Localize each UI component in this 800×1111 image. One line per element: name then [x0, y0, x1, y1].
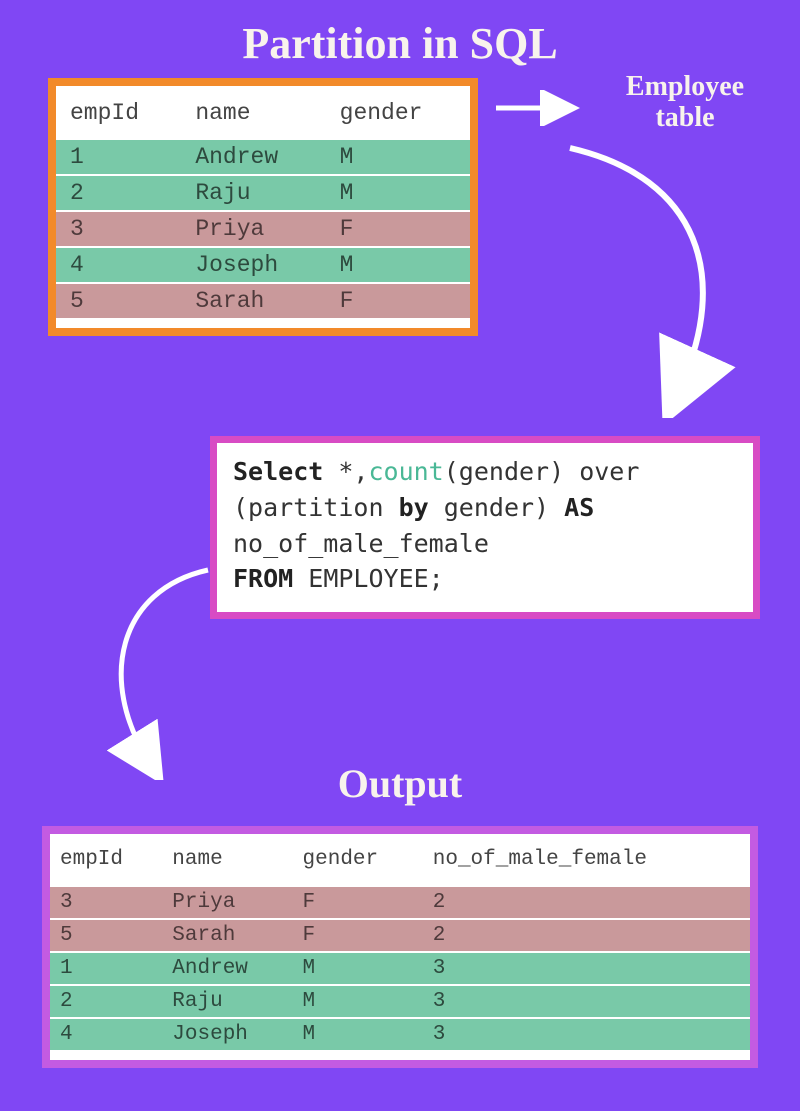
cell-empId: 2	[56, 175, 181, 211]
cell-gender: M	[293, 1018, 423, 1051]
sql-text: gender)	[429, 493, 564, 522]
table-row: 5SarahF	[56, 283, 470, 319]
table-row: 2RajuM3	[50, 985, 750, 1018]
cell-empId: 4	[56, 247, 181, 283]
cell-gender: M	[326, 175, 470, 211]
cell-empId: 5	[50, 919, 162, 952]
output-title: Output	[0, 760, 800, 807]
cell-name: Priya	[162, 886, 292, 919]
cell-empId: 5	[56, 283, 181, 319]
arrow-curve-down-icon	[530, 128, 740, 418]
table-header-row: empId name gender	[56, 90, 470, 139]
cell-name: Raju	[162, 985, 292, 1018]
cell-empId: 4	[50, 1018, 162, 1051]
cell-name: Joseph	[181, 247, 325, 283]
cell-gender: M	[293, 985, 423, 1018]
sql-text: *,	[338, 457, 368, 486]
employee-label-line1: Employee	[626, 71, 744, 102]
cell-gender: F	[326, 211, 470, 247]
cell-gender: F	[293, 919, 423, 952]
page-title: Partition in SQL	[0, 0, 800, 69]
col-empid: empId	[50, 838, 162, 886]
table-row: 1AndrewM3	[50, 952, 750, 985]
sql-text: (partition	[233, 493, 399, 522]
cell-empId: 1	[56, 139, 181, 175]
employee-table-grid: empId name gender 1AndrewM2RajuM3PriyaF4…	[56, 90, 470, 320]
col-name: name	[162, 838, 292, 886]
table-row: 4JosephM	[56, 247, 470, 283]
sql-text: (gender) over	[444, 457, 640, 486]
table-row: 2RajuM	[56, 175, 470, 211]
cell-name: Andrew	[181, 139, 325, 175]
cell-no_of_male_female: 3	[423, 985, 750, 1018]
table-row: 3PriyaF	[56, 211, 470, 247]
cell-name: Sarah	[162, 919, 292, 952]
table-header-row: empId name gender no_of_male_female	[50, 838, 750, 886]
sql-keyword: Select	[233, 457, 338, 486]
sql-query-box: Select *,count(gender) over (partition by…	[210, 436, 760, 619]
cell-no_of_male_female: 3	[423, 952, 750, 985]
cell-name: Raju	[181, 175, 325, 211]
sql-keyword: AS	[564, 493, 594, 522]
sql-text: EMPLOYEE;	[293, 564, 444, 593]
sql-keyword: by	[399, 493, 429, 522]
sql-keyword: FROM	[233, 564, 293, 593]
cell-no_of_male_female: 2	[423, 886, 750, 919]
cell-gender: M	[326, 247, 470, 283]
cell-empId: 3	[50, 886, 162, 919]
employee-table: empId name gender 1AndrewM2RajuM3PriyaF4…	[48, 78, 478, 336]
col-empid: empId	[56, 90, 181, 139]
col-count: no_of_male_female	[423, 838, 750, 886]
cell-gender: F	[293, 886, 423, 919]
table-row: 3PriyaF2	[50, 886, 750, 919]
cell-name: Sarah	[181, 283, 325, 319]
cell-gender: M	[326, 139, 470, 175]
col-gender: gender	[326, 90, 470, 139]
arrow-right-icon	[492, 90, 582, 126]
sql-text: no_of_male_female	[233, 529, 489, 558]
cell-name: Andrew	[162, 952, 292, 985]
cell-gender: F	[326, 283, 470, 319]
cell-gender: M	[293, 952, 423, 985]
cell-name: Priya	[181, 211, 325, 247]
output-table: empId name gender no_of_male_female 3Pri…	[42, 826, 758, 1068]
cell-empId: 3	[56, 211, 181, 247]
output-table-grid: empId name gender no_of_male_female 3Pri…	[50, 838, 750, 1052]
table-row: 5SarahF2	[50, 919, 750, 952]
cell-empId: 1	[50, 952, 162, 985]
employee-table-label: Employee table	[595, 72, 775, 134]
table-row: 1AndrewM	[56, 139, 470, 175]
sql-code: Select *,count(gender) over (partition by…	[233, 457, 639, 593]
sql-function: count	[368, 457, 443, 486]
cell-name: Joseph	[162, 1018, 292, 1051]
cell-no_of_male_female: 2	[423, 919, 750, 952]
table-row: 4JosephM3	[50, 1018, 750, 1051]
cell-empId: 2	[50, 985, 162, 1018]
cell-no_of_male_female: 3	[423, 1018, 750, 1051]
col-name: name	[181, 90, 325, 139]
col-gender: gender	[293, 838, 423, 886]
